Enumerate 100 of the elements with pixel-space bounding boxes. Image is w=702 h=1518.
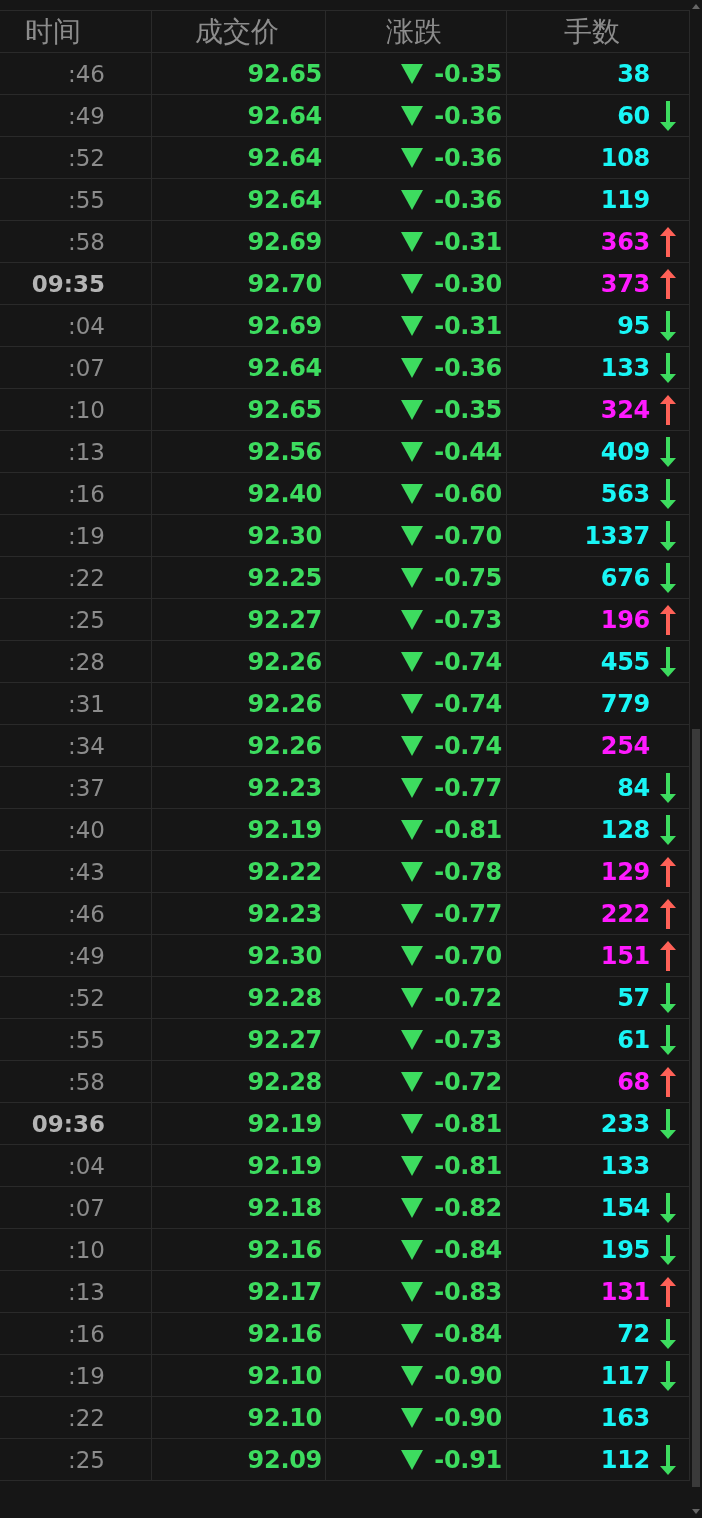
change-cell: -0.90 [434,1403,502,1432]
volume-cell: 363 [600,227,650,256]
volume-cell: 196 [600,605,650,634]
column-header: 时间 [24,13,81,50]
change-cell: -0.74 [434,689,502,718]
time-cell: :22 [68,1404,105,1431]
time-cell: :13 [68,1278,105,1305]
time-cell: :55 [68,186,105,213]
time-cell: :37 [68,774,105,801]
price-cell: 92.27 [247,1025,322,1054]
time-cell: :49 [68,942,105,969]
time-cell: :13 [68,438,105,465]
change-cell: -0.84 [434,1235,502,1264]
volume-cell: 131 [600,1277,650,1306]
price-cell: 92.65 [247,59,322,88]
volume-cell: 324 [600,395,650,424]
column-header: 成交价 [195,13,279,50]
time-cell: :28 [68,648,105,675]
time-cell: :10 [68,396,105,423]
price-cell: 92.18 [247,1193,322,1222]
change-cell: -0.74 [434,731,502,760]
price-cell: 92.64 [247,353,322,382]
time-cell: :19 [68,1362,105,1389]
change-cell: -0.84 [434,1319,502,1348]
time-cell: :49 [68,102,105,129]
scroll-thumb[interactable] [692,729,700,1487]
change-cell: -0.73 [434,1025,502,1054]
price-cell: 92.64 [247,143,322,172]
volume-cell: 128 [600,815,650,844]
change-cell: -0.81 [434,815,502,844]
price-cell: 92.16 [247,1319,322,1348]
volume-cell: 84 [617,773,650,802]
volume-cell: 129 [600,857,650,886]
price-cell: 92.64 [247,185,322,214]
time-cell: :52 [68,984,105,1011]
volume-cell: 112 [600,1445,650,1474]
change-cell: -0.36 [434,353,502,382]
time-cell: :52 [68,144,105,171]
volume-cell: 373 [600,269,650,298]
change-cell: -0.90 [434,1361,502,1390]
volume-cell: 57 [617,983,650,1012]
time-cell: :34 [68,732,105,759]
volume-cell: 133 [600,353,650,382]
scroll-down-icon[interactable] [692,1509,700,1514]
price-cell: 92.26 [247,731,322,760]
time-cell: :46 [68,60,105,87]
volume-cell: 108 [600,143,650,172]
volume-cell: 455 [600,647,650,676]
time-cell: :31 [68,690,105,717]
time-cell: :22 [68,564,105,591]
column-header: 手数 [563,13,620,50]
volume-cell: 254 [600,731,650,760]
volume-cell: 61 [617,1025,650,1054]
change-cell: -0.91 [434,1445,502,1474]
change-cell: -0.72 [434,983,502,1012]
price-cell: 92.70 [247,269,322,298]
price-cell: 92.30 [247,521,322,550]
change-cell: -0.73 [434,605,502,634]
time-cell: :55 [68,1026,105,1053]
price-cell: 92.16 [247,1235,322,1264]
change-cell: -0.82 [434,1193,502,1222]
volume-cell: 151 [600,941,650,970]
price-cell: 92.56 [247,437,322,466]
price-cell: 92.40 [247,479,322,508]
time-cell: :58 [68,228,105,255]
volume-cell: 195 [600,1235,650,1264]
time-cell: :16 [68,1320,105,1347]
price-cell: 92.69 [247,311,322,340]
volume-cell: 233 [600,1109,650,1138]
change-cell: -0.36 [434,143,502,172]
change-cell: -0.35 [434,395,502,424]
price-cell: 92.26 [247,647,322,676]
price-cell: 92.65 [247,395,322,424]
volume-cell: 60 [617,101,650,130]
volume-cell: 563 [600,479,650,508]
volume-cell: 1337 [584,521,650,550]
change-cell: -0.30 [434,269,502,298]
price-cell: 92.23 [247,899,322,928]
time-cell: :10 [68,1236,105,1263]
change-cell: -0.36 [434,101,502,130]
change-cell: -0.74 [434,647,502,676]
price-cell: 92.09 [247,1445,322,1474]
time-cell: 09:36 [31,1110,105,1137]
time-cell: :40 [68,816,105,843]
change-cell: -0.75 [434,563,502,592]
change-cell: -0.72 [434,1067,502,1096]
time-cell: :25 [68,1446,105,1473]
column-header: 涨跌 [386,13,442,50]
price-cell: 92.26 [247,689,322,718]
volume-cell: 676 [600,563,650,592]
time-cell: :07 [68,354,105,381]
price-cell: 92.19 [247,1109,322,1138]
price-cell: 92.19 [247,815,322,844]
price-cell: 92.22 [247,857,322,886]
scroll-up-icon[interactable] [692,4,700,9]
price-cell: 92.17 [247,1277,322,1306]
time-cell: :25 [68,606,105,633]
price-cell: 92.28 [247,983,322,1012]
time-cell: :46 [68,900,105,927]
change-cell: -0.70 [434,941,502,970]
